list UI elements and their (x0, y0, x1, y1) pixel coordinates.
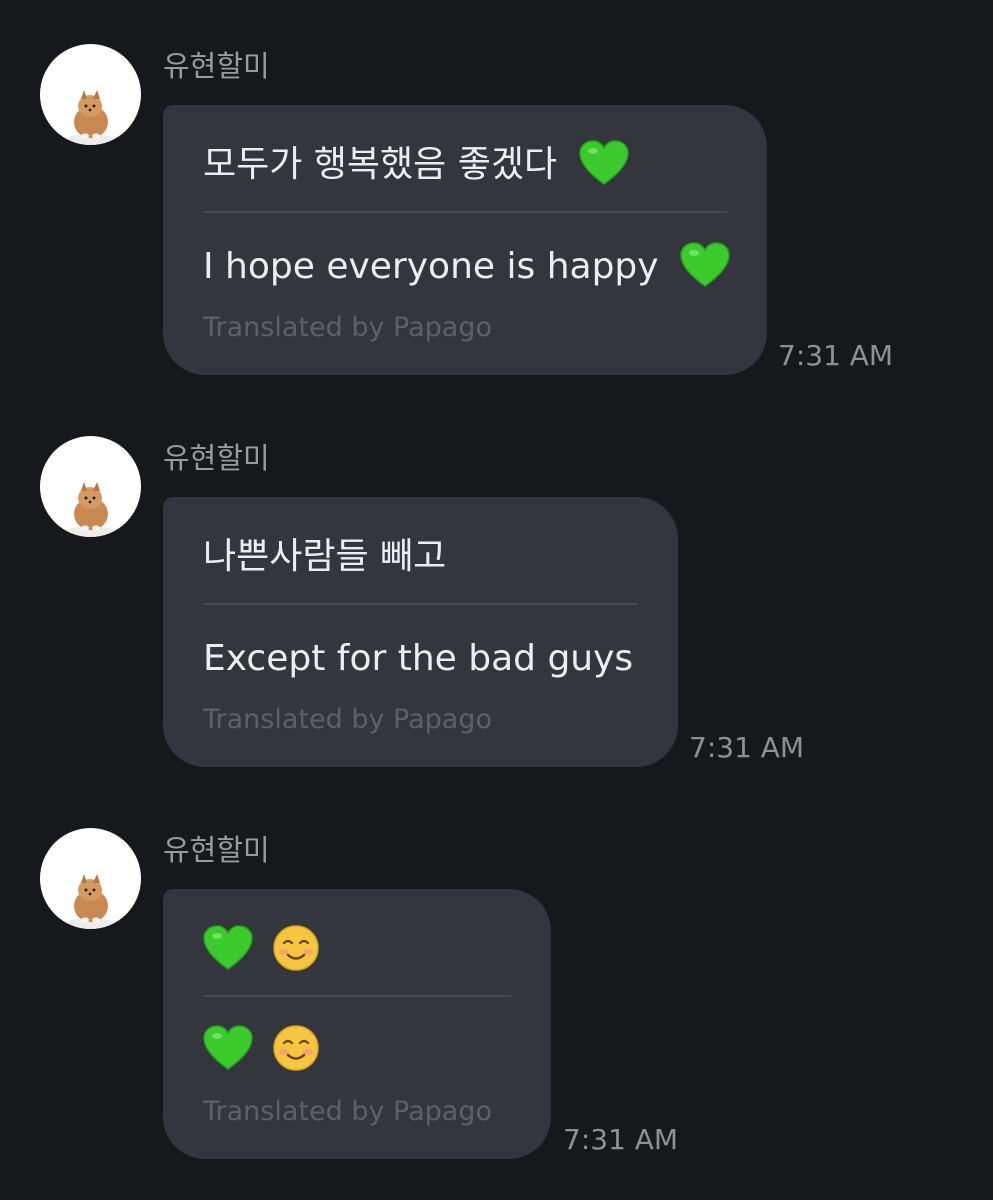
original-text: 나쁜사람들 빼고 (203, 536, 447, 577)
original-text: 모두가 행복했음 좋겠다 (203, 144, 558, 185)
divider (203, 603, 638, 605)
avatar[interactable] (40, 828, 141, 929)
sender-name: 유현할미 (163, 833, 270, 867)
translation-credit: Translated by Papago (203, 704, 492, 735)
message-bubble[interactable]: 모두가 행복했음 좋겠다 I hope everyone is happy Tr… (163, 105, 767, 375)
sender-name: 유현할미 (163, 49, 270, 83)
avatar[interactable] (40, 436, 141, 537)
divider (203, 211, 727, 213)
translated-text-line: Except for the bad guys (203, 635, 633, 683)
translated-text: Except for the bad guys (203, 638, 634, 679)
smiling-face-icon (273, 925, 320, 971)
pomeranian-avatar-icon (62, 90, 118, 145)
original-text-line: 모두가 행복했음 좋겠다 (203, 140, 629, 189)
smiling-face-icon (273, 1025, 320, 1071)
translation-credit: Translated by Papago (203, 1096, 492, 1127)
message-time: 7:31 AM (563, 1123, 679, 1156)
translated-text: I hope everyone is happy (203, 246, 659, 287)
green-heart-icon (203, 1025, 253, 1070)
message-bubble[interactable]: Translated by Papago (163, 889, 551, 1159)
translation-credit: Translated by Papago (203, 312, 492, 343)
divider (203, 995, 511, 997)
message-bubble[interactable]: 나쁜사람들 빼고 Except for the bad guys Transla… (163, 497, 678, 767)
message-time: 7:31 AM (778, 339, 894, 372)
chat-screen: { "messages": [ { "sender": "유현할미", "ori… (0, 0, 993, 1200)
sender-name: 유현할미 (163, 441, 270, 475)
green-heart-icon (203, 925, 253, 970)
pomeranian-avatar-icon (62, 874, 118, 929)
translated-text-line: I hope everyone is happy (203, 242, 730, 291)
original-text-line: 나쁜사람들 빼고 (203, 533, 446, 581)
original-text-line (203, 923, 320, 972)
green-heart-icon (578, 140, 629, 185)
pomeranian-avatar-icon (62, 482, 118, 537)
translated-text-line (203, 1023, 320, 1072)
avatar[interactable] (40, 44, 141, 145)
green-heart-icon (680, 242, 730, 287)
message-time: 7:31 AM (689, 731, 805, 764)
